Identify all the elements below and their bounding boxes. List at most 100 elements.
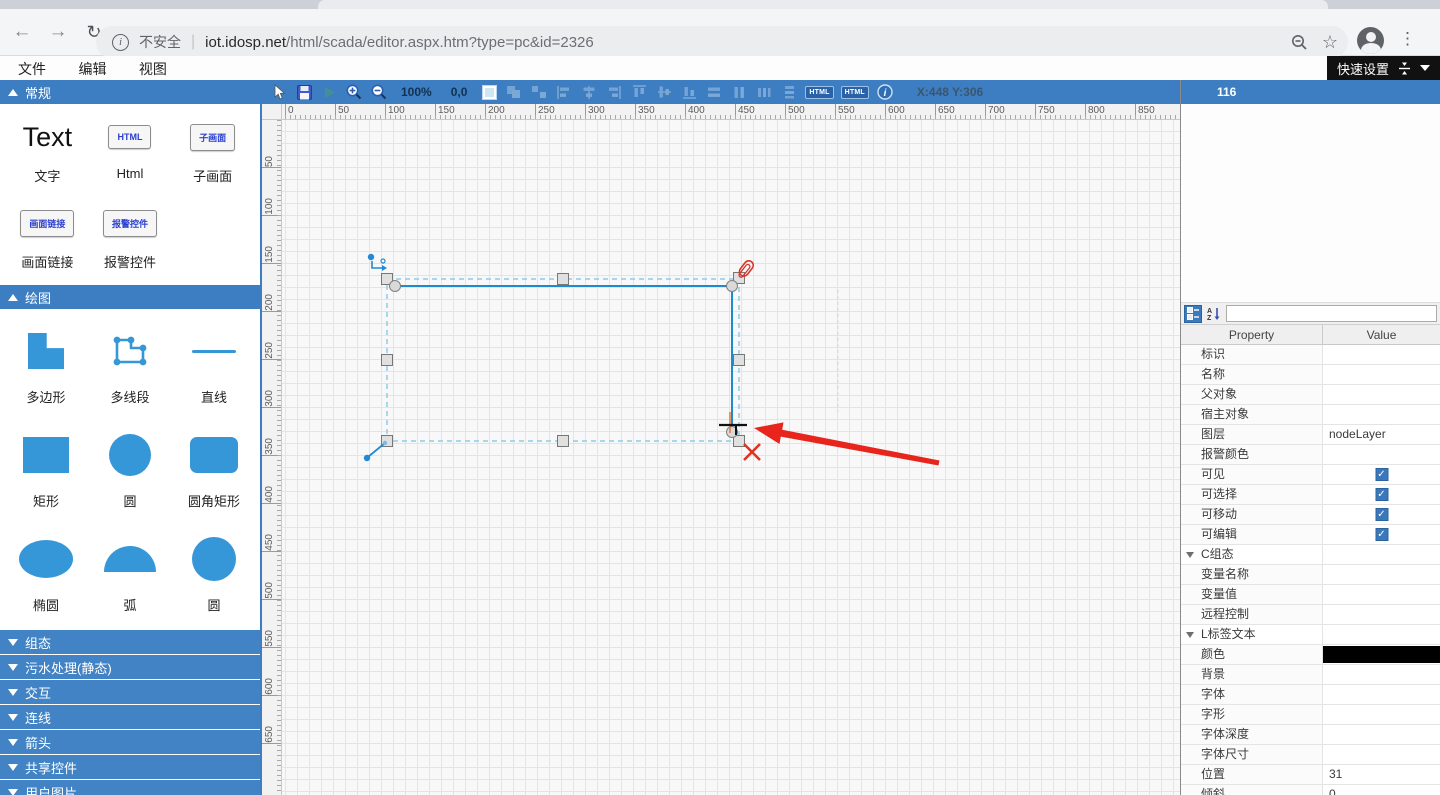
palette-item-画面链接[interactable]: 画面链接 画面链接: [6, 201, 89, 281]
property-value[interactable]: [1323, 585, 1440, 604]
shape-item-直线[interactable]: 直线: [172, 322, 256, 416]
section-header-drawing[interactable]: 绘图: [0, 285, 260, 309]
browser-active-tab[interactable]: [318, 0, 1328, 9]
property-value[interactable]: [1323, 745, 1440, 764]
shape-item-椭圆[interactable]: 椭圆: [4, 530, 88, 624]
property-row-位置: 位置 31: [1181, 765, 1440, 785]
checkbox-checked-icon[interactable]: ✓: [1375, 508, 1388, 521]
checkbox-checked-icon[interactable]: ✓: [1375, 468, 1388, 481]
property-value[interactable]: nodeLayer: [1323, 425, 1440, 444]
back-button[interactable]: ←: [8, 18, 36, 46]
vertex-handle[interactable]: [389, 280, 401, 292]
property-value[interactable]: [1323, 445, 1440, 464]
property-row-名称: 名称: [1181, 365, 1440, 385]
section-label: 绘图: [25, 290, 52, 306]
property-value[interactable]: ✓: [1323, 465, 1440, 484]
bookmark-star-icon[interactable]: ☆: [1322, 33, 1338, 51]
resize-handle[interactable]: [557, 435, 569, 447]
section-header-连线[interactable]: 连线: [0, 705, 260, 729]
property-value[interactable]: ✓: [1323, 485, 1440, 504]
zoom-out-button[interactable]: [370, 83, 388, 101]
resize-handle[interactable]: [557, 273, 569, 285]
v-ruler-tick: 400: [262, 486, 281, 504]
vertex-handle[interactable]: [726, 280, 738, 292]
address-bar[interactable]: i 不安全 | iot.idosp.net/html/scada/editor.…: [96, 26, 1348, 58]
property-value[interactable]: [1323, 345, 1440, 364]
section-header-共享控件[interactable]: 共享控件: [0, 755, 260, 779]
palette-item-文字[interactable]: Text 文字: [6, 115, 89, 195]
property-value[interactable]: [1323, 365, 1440, 384]
v-ruler-tick: 50: [262, 156, 281, 168]
save-button[interactable]: [295, 83, 313, 101]
browser-menu-icon[interactable]: ⋮: [1399, 26, 1416, 52]
section-label: 连线: [25, 710, 52, 726]
section-label: 共享控件: [25, 760, 78, 776]
forward-button[interactable]: →: [44, 18, 72, 46]
page-info-icon[interactable]: i: [112, 33, 129, 51]
categorize-button[interactable]: [1184, 304, 1202, 323]
profile-avatar[interactable]: [1357, 27, 1384, 54]
v-ruler-tick: 150: [262, 246, 281, 264]
zoom-in-button[interactable]: [345, 83, 363, 101]
section-collapse-icon[interactable]: [1186, 632, 1194, 638]
browser-zoom-icon[interactable]: [1291, 34, 1308, 51]
shape-item-弧[interactable]: 弧: [88, 530, 172, 624]
object-tree[interactable]: [1181, 104, 1440, 303]
section-collapse-icon[interactable]: [1186, 552, 1194, 558]
property-value[interactable]: [1323, 565, 1440, 584]
property-label: 远程控制: [1181, 605, 1323, 624]
property-value[interactable]: [1323, 725, 1440, 744]
property-value[interactable]: [1323, 385, 1440, 404]
section-header-组态[interactable]: 组态: [0, 630, 260, 654]
drawn-polyline[interactable]: [395, 285, 733, 430]
property-value[interactable]: [1323, 685, 1440, 704]
property-filter-input[interactable]: [1226, 305, 1437, 322]
menu-file[interactable]: 文件: [18, 56, 46, 82]
shape-item-矩形[interactable]: 矩形: [4, 426, 88, 520]
quick-settings-button[interactable]: 快速设置: [1326, 56, 1440, 80]
resize-handle[interactable]: [381, 354, 393, 366]
shape-item-多边形[interactable]: 多边形: [4, 322, 88, 416]
menu-view[interactable]: 视图: [139, 56, 167, 82]
property-value[interactable]: [1323, 645, 1440, 664]
html-export-button[interactable]: HTML: [805, 85, 834, 99]
palette-item-Html[interactable]: HTML Html: [89, 115, 172, 195]
section-header-箭头[interactable]: 箭头: [0, 730, 260, 754]
section-header-污水处理(静态)[interactable]: 污水处理(静态): [0, 655, 260, 679]
html-preview-button[interactable]: HTML: [840, 85, 869, 99]
property-grid: 标识 名称 父对象 宿主对象 图层 nodeLayer 报警颜色 可见 ✓ 可选择 ✓ 可移动 ✓ 可编辑…: [1181, 345, 1440, 795]
shape-item-label: 椭圆: [32, 598, 59, 613]
info-button[interactable]: i: [876, 83, 894, 101]
checkbox-checked-icon[interactable]: ✓: [1375, 488, 1388, 501]
property-value[interactable]: ✓: [1323, 525, 1440, 544]
section-header-general[interactable]: 常规: [0, 80, 260, 104]
design-canvas[interactable]: [282, 120, 1180, 795]
property-value[interactable]: 0: [1323, 785, 1440, 795]
sort-az-button[interactable]: AZ: [1205, 305, 1223, 323]
shape-item-圆[interactable]: 圆: [88, 426, 172, 520]
menu-edit[interactable]: 编辑: [78, 56, 106, 82]
checkbox-checked-icon[interactable]: ✓: [1375, 528, 1388, 541]
property-label: 可见: [1181, 465, 1323, 484]
section-header-交互[interactable]: 交互: [0, 680, 260, 704]
color-swatch[interactable]: [1323, 646, 1440, 663]
section-header-用户图片[interactable]: 用户图片: [0, 780, 260, 795]
shape-item-多线段[interactable]: 多线段: [88, 322, 172, 416]
property-value[interactable]: [1323, 405, 1440, 424]
shape-item-圆[interactable]: 圆: [172, 530, 256, 624]
property-value[interactable]: [1323, 705, 1440, 724]
resize-handle[interactable]: [733, 435, 745, 447]
canvas-settings-button[interactable]: [480, 83, 498, 101]
palette-item-子画面[interactable]: 子画面 子画面: [171, 115, 254, 195]
shape-item-圆角矩形[interactable]: 圆角矩形: [172, 426, 256, 520]
property-value[interactable]: 31: [1323, 765, 1440, 784]
resize-handle[interactable]: [733, 354, 745, 366]
select-cursor-button[interactable]: [270, 83, 288, 101]
h-ruler-tick: 750: [1035, 104, 1055, 119]
segment-hint-icon: [363, 440, 388, 462]
palette-item-报警控件[interactable]: 报警控件 报警控件: [89, 201, 172, 281]
property-value[interactable]: ✓: [1323, 505, 1440, 524]
url-separator: |: [191, 33, 196, 50]
property-value[interactable]: [1323, 605, 1440, 624]
property-value[interactable]: [1323, 665, 1440, 684]
